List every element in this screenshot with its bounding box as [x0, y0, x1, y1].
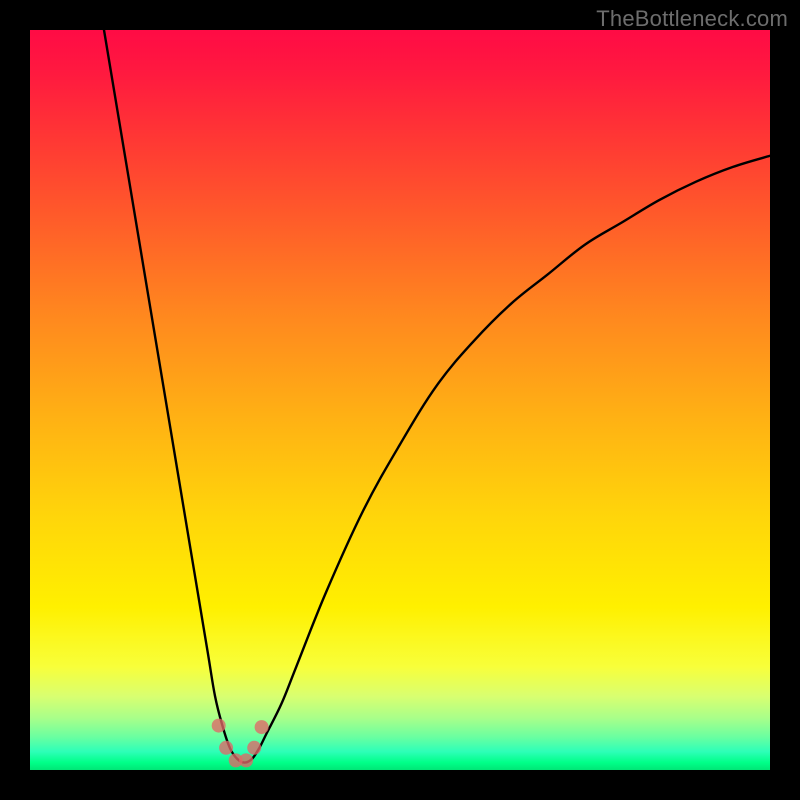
curve-svg	[30, 30, 770, 770]
curve-marker	[255, 720, 269, 734]
curve-markers	[212, 719, 269, 768]
curve-marker	[219, 741, 233, 755]
chart-frame: TheBottleneck.com	[0, 0, 800, 800]
watermark-text: TheBottleneck.com	[596, 6, 788, 32]
curve-marker	[247, 741, 261, 755]
plot-area	[30, 30, 770, 770]
bottleneck-curve	[104, 30, 770, 763]
curve-marker	[212, 719, 226, 733]
curve-marker	[239, 753, 253, 767]
